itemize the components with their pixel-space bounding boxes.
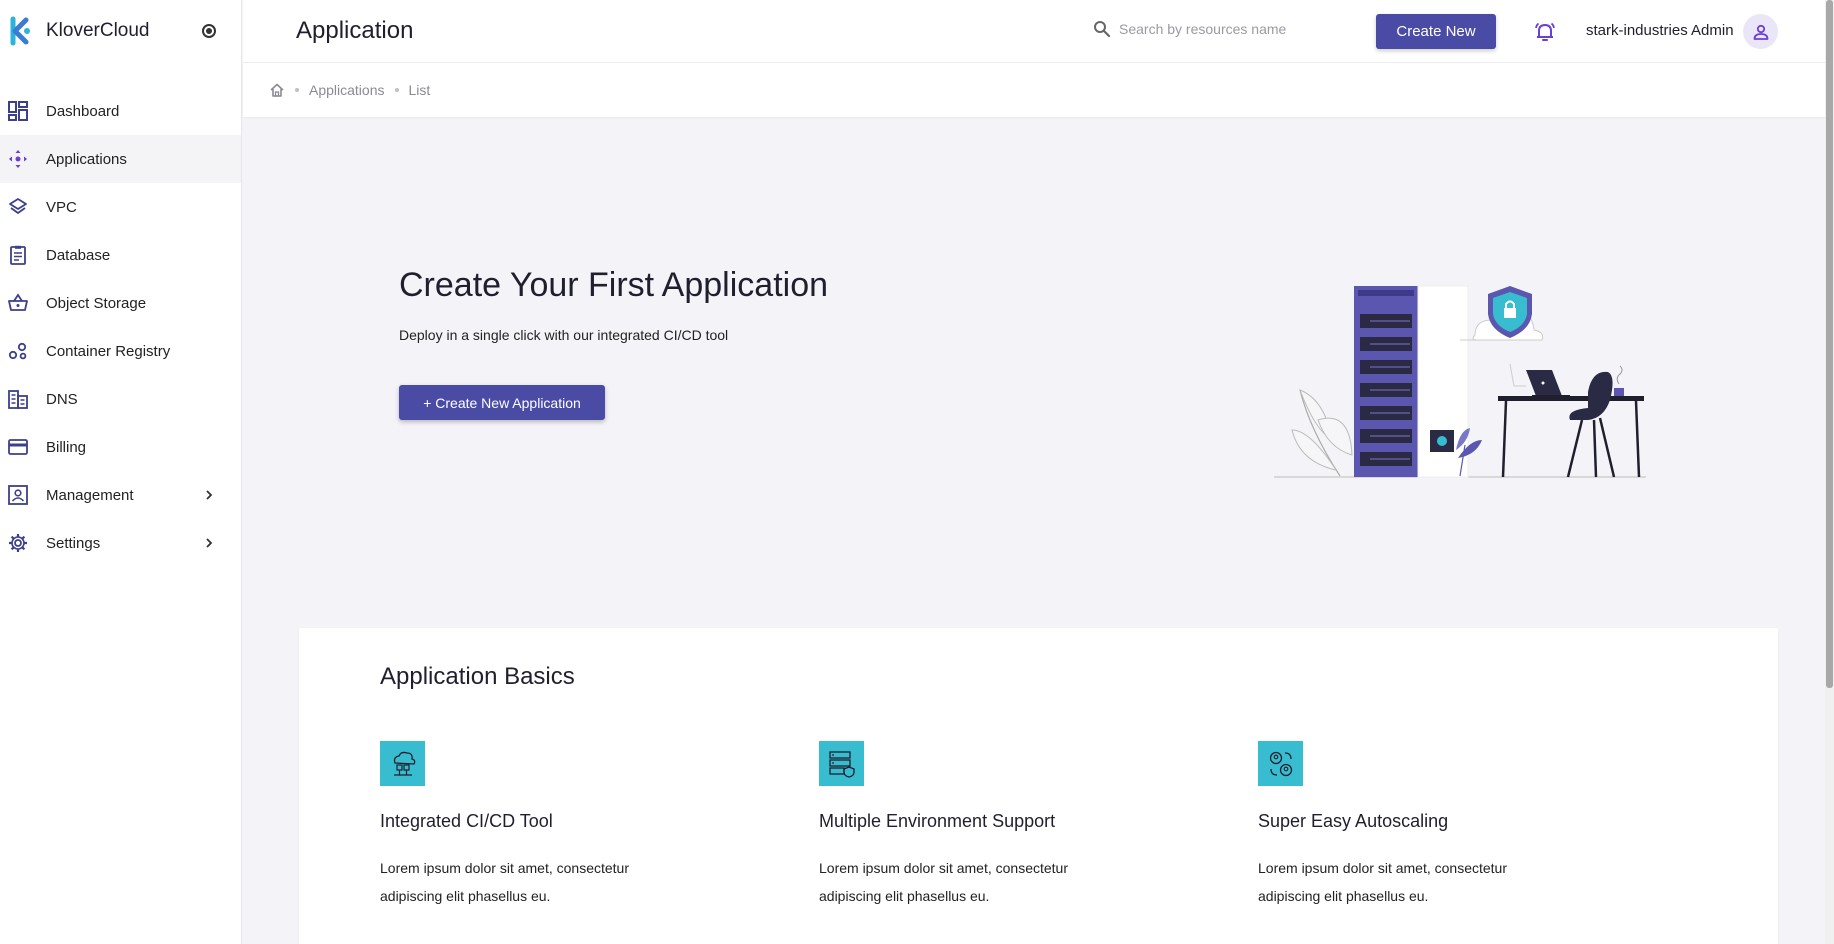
dashboard-icon — [0, 87, 36, 135]
users-sync-icon — [1258, 741, 1303, 786]
page-scrollbar-thumb[interactable] — [1826, 0, 1833, 688]
klovercloud-logo-icon — [10, 16, 30, 46]
breadcrumb-separator — [295, 88, 299, 92]
sidebar-item-label: Billing — [46, 438, 87, 456]
page-title: Application — [296, 17, 414, 44]
create-new-application-button[interactable]: + Create New Application — [399, 385, 605, 420]
chevron-right-icon — [206, 490, 213, 500]
sidebar-item-label: VPC — [46, 198, 77, 216]
gear-icon — [0, 519, 36, 567]
database-icon — [0, 231, 36, 279]
sidebar-item-label: Object Storage — [46, 294, 147, 312]
dns-icon — [0, 375, 36, 423]
credit-card-icon — [0, 423, 36, 471]
sidebar-item-container-registry[interactable]: Container Registry — [0, 327, 241, 375]
sidebar-item-label: Container Registry — [46, 342, 171, 360]
sidebar-item-applications[interactable]: Applications — [0, 135, 241, 183]
chevron-right-icon — [206, 538, 213, 548]
hero-title: Create Your First Application — [399, 266, 829, 304]
sidebar-item-management[interactable]: Management — [0, 471, 241, 519]
hero-subtitle: Deploy in a single click with our integr… — [399, 327, 729, 343]
sidebar-item-label: DNS — [46, 390, 78, 408]
sidebar-nav: Dashboard Applications VPC Database Obje… — [0, 87, 241, 567]
create-new-button[interactable]: Create New — [1376, 14, 1496, 49]
user-icon — [1753, 24, 1768, 40]
application-basics-card: Application Basics Integrated CI/CD Tool… — [299, 628, 1778, 944]
feature-text: Lorem ipsum dolor sit amet, consectetur … — [380, 860, 629, 904]
sidebar-item-label: Database — [46, 246, 111, 264]
sidebar-item-vpc[interactable]: VPC — [0, 183, 241, 231]
sidebar-item-label: Management — [46, 486, 134, 504]
home-icon[interactable] — [269, 82, 285, 98]
sidebar-item-label: Applications — [46, 150, 127, 168]
breadcrumb: Applications List — [243, 63, 1825, 117]
sidebar-item-dashboard[interactable]: Dashboard — [0, 87, 241, 135]
feature-title: Multiple Environment Support — [819, 811, 1056, 831]
server-desk-illustration — [1274, 285, 1646, 478]
breadcrumb-separator — [394, 88, 399, 92]
sidebar-item-object-storage[interactable]: Object Storage — [0, 279, 241, 327]
card-title: Application Basics — [380, 663, 575, 690]
feature-text: Lorem ipsum dolor sit amet, consectetur … — [1258, 860, 1507, 904]
breadcrumb-applications[interactable]: Applications — [309, 82, 385, 98]
search-icon — [1094, 21, 1111, 38]
sidebar-item-billing[interactable]: Billing — [0, 423, 241, 471]
breadcrumb-list: List — [408, 82, 431, 98]
sidebar: KloverCloud Dashboard Applications VPC D… — [0, 0, 242, 944]
sidebar-item-settings[interactable]: Settings — [0, 519, 241, 567]
feature-multi-environment: Multiple Environment Support Lorem ipsum… — [819, 741, 1199, 910]
user-name[interactable]: stark-industries Admin — [1586, 22, 1734, 39]
feature-text: Lorem ipsum dolor sit amet, consectetur … — [819, 860, 1068, 904]
brand: KloverCloud — [0, 0, 241, 62]
server-shield-icon — [819, 741, 864, 786]
layers-icon — [0, 183, 36, 231]
cloud-network-icon — [380, 741, 425, 786]
sidebar-item-label: Settings — [46, 534, 101, 552]
feature-ci-cd: Integrated CI/CD Tool Lorem ipsum dolor … — [380, 741, 760, 910]
sidebar-item-dns[interactable]: DNS — [0, 375, 241, 423]
registry-icon — [0, 327, 36, 375]
notification-bell-icon[interactable] — [1533, 20, 1557, 44]
topbar: Application Create New stark-industries … — [243, 0, 1825, 63]
feature-autoscaling: Super Easy Autoscaling Lorem ipsum dolor… — [1258, 741, 1638, 910]
sidebar-toggle-button[interactable] — [202, 24, 216, 38]
sidebar-item-label: Dashboard — [46, 102, 120, 120]
feature-title: Super Easy Autoscaling — [1258, 811, 1449, 831]
basket-icon — [0, 279, 36, 327]
brand-name: KloverCloud — [46, 20, 150, 41]
avatar[interactable] — [1743, 14, 1778, 49]
applications-icon — [0, 135, 36, 183]
management-icon — [0, 471, 36, 519]
search-box — [1093, 20, 1319, 38]
feature-title: Integrated CI/CD Tool — [380, 811, 553, 831]
search-input[interactable] — [1119, 21, 1319, 37]
sidebar-item-database[interactable]: Database — [0, 231, 241, 279]
